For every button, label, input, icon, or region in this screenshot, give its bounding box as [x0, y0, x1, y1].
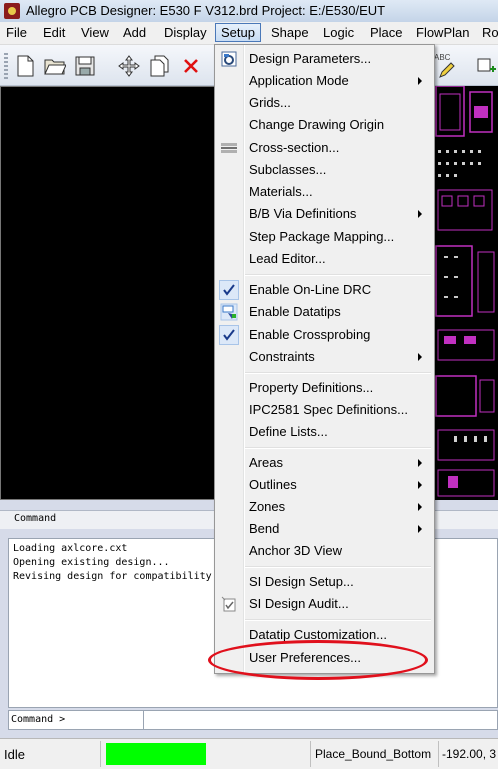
add-component-icon[interactable] — [474, 55, 496, 77]
menu-item-areas[interactable]: Areas — [215, 452, 434, 474]
cross-section-icon — [221, 143, 237, 153]
submenu-arrow-icon — [418, 210, 422, 218]
command-line: Command > — [8, 710, 498, 730]
menu-item-constraints[interactable]: Constraints — [215, 346, 434, 368]
title-bar: Allegro PCB Designer: E530 F V312.brd Pr… — [0, 0, 498, 23]
submenu-arrow-icon — [418, 525, 422, 533]
menu-item-change-drawing-origin[interactable]: Change Drawing Origin — [215, 114, 434, 136]
menu-item-bb-via-definitions[interactable]: B/B Via Definitions — [215, 203, 434, 225]
submenu-arrow-icon — [418, 459, 422, 467]
menu-logic[interactable]: Logic — [323, 25, 354, 40]
console-line: Revising design for compatibility — [13, 571, 212, 582]
menu-edit[interactable]: Edit — [43, 25, 65, 40]
menu-separator — [245, 372, 431, 374]
submenu-arrow-icon — [418, 77, 422, 85]
menu-display[interactable]: Display — [164, 25, 207, 40]
menu-separator — [245, 447, 431, 449]
si-audit-icon — [221, 596, 236, 612]
allegro-app-icon — [4, 3, 20, 19]
cursor-coordinates: -192.00, 3 — [442, 747, 497, 761]
menu-item-enable-crossprobing[interactable]: Enable Crossprobing — [215, 324, 434, 346]
command-input[interactable] — [143, 711, 498, 729]
menu-item-cross-section[interactable]: Cross-section... — [215, 137, 434, 159]
pcb-artwork — [435, 86, 495, 497]
status-divider — [310, 741, 311, 767]
menu-item-subclasses[interactable]: Subclasses... — [215, 159, 434, 181]
pcb-layout-view[interactable] — [434, 86, 498, 500]
menu-file[interactable]: File — [6, 25, 27, 40]
status-bar: Idle Place_Bound_Bottom -192.00, 3 — [0, 738, 498, 769]
menu-shape[interactable]: Shape — [271, 25, 309, 40]
menu-item-materials[interactable]: Materials... — [215, 181, 434, 203]
status-divider — [100, 741, 101, 767]
active-subclass[interactable]: Place_Bound_Bottom — [315, 747, 431, 761]
menu-add[interactable]: Add — [123, 25, 146, 40]
menu-place[interactable]: Place — [370, 25, 403, 40]
menu-item-si-design-setup[interactable]: SI Design Setup... — [215, 571, 434, 593]
console-line: Opening existing design... — [13, 557, 170, 568]
submenu-arrow-icon — [418, 353, 422, 361]
menu-item-si-design-audit[interactable]: SI Design Audit... — [215, 593, 434, 615]
menu-view[interactable]: View — [81, 25, 109, 40]
menu-item-bend[interactable]: Bend — [215, 518, 434, 540]
move-icon[interactable] — [118, 55, 140, 77]
menu-route[interactable]: Ro — [482, 25, 498, 40]
console-line: Loading axlcore.cxt — [13, 543, 128, 554]
menu-item-lead-editor[interactable]: Lead Editor... — [215, 248, 434, 270]
highlight-annotation — [208, 640, 428, 680]
menu-item-enable-datatips[interactable]: Enable Datatips — [215, 301, 434, 323]
menu-item-step-package-mapping[interactable]: Step Package Mapping... — [215, 226, 434, 248]
menu-bar: File Edit View Add Display Setup Shape L… — [0, 22, 498, 45]
submenu-arrow-icon — [418, 481, 422, 489]
copy-icon[interactable] — [148, 55, 170, 77]
checkmark-icon — [219, 325, 239, 345]
pencil-icon[interactable] — [436, 59, 458, 81]
checkmark-icon — [219, 280, 239, 300]
menu-separator — [245, 619, 431, 621]
menu-item-application-mode[interactable]: Application Mode — [215, 70, 434, 92]
menu-item-zones[interactable]: Zones — [215, 496, 434, 518]
menu-separator — [245, 274, 431, 276]
command-panel-title: Command — [14, 513, 57, 524]
window-title: Allegro PCB Designer: E530 F V312.brd Pr… — [26, 3, 386, 18]
menu-item-ipc2581-spec-definitions[interactable]: IPC2581 Spec Definitions... — [215, 399, 434, 421]
submenu-arrow-icon — [418, 503, 422, 511]
command-prompt: Command > — [11, 714, 66, 725]
status-divider — [438, 741, 439, 767]
status-indicator — [106, 743, 206, 765]
new-file-icon[interactable] — [14, 55, 36, 77]
datatips-icon — [220, 303, 238, 321]
status-state: Idle — [4, 747, 25, 762]
design-parameters-icon — [221, 51, 237, 67]
delete-icon[interactable] — [180, 55, 202, 77]
save-icon[interactable] — [74, 55, 96, 77]
menu-item-grids[interactable]: Grids... — [215, 92, 434, 114]
menu-item-anchor-3d-view[interactable]: Anchor 3D View — [215, 540, 434, 562]
menu-item-outlines[interactable]: Outlines — [215, 474, 434, 496]
toolbar-grip[interactable] — [4, 53, 8, 79]
menu-setup[interactable]: Setup — [215, 23, 261, 42]
menu-separator — [245, 566, 431, 568]
open-folder-icon[interactable] — [44, 55, 66, 77]
menu-flowplan[interactable]: FlowPlan — [416, 25, 469, 40]
menu-item-define-lists[interactable]: Define Lists... — [215, 421, 434, 443]
setup-dropdown-menu: Design Parameters... Application Mode Gr… — [214, 44, 435, 674]
menu-item-enable-online-drc[interactable]: Enable On-Line DRC — [215, 279, 434, 301]
menu-item-design-parameters[interactable]: Design Parameters... — [215, 48, 434, 70]
menu-item-property-definitions[interactable]: Property Definitions... — [215, 377, 434, 399]
